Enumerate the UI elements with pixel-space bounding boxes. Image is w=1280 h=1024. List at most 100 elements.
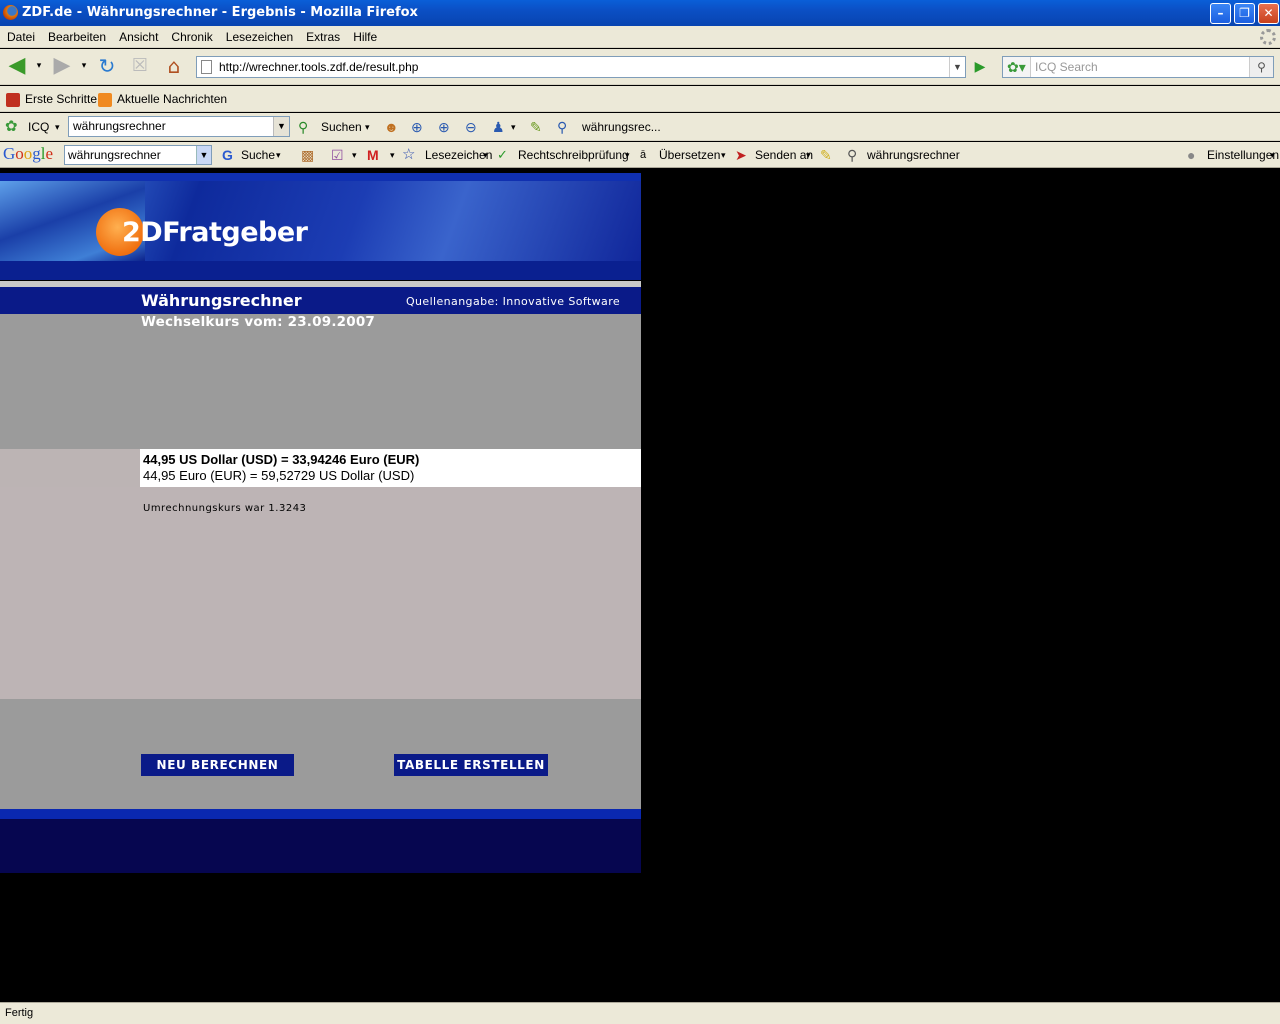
exchange-date: Wechselkurs vom: 23.09.2007	[141, 314, 376, 330]
back-arrow-icon[interactable]: ◀	[5, 55, 29, 79]
highlight-icon[interactable]: ✎	[820, 142, 832, 168]
window-title: ZDF.de - Währungsrechner - Ergebnis - Mo…	[22, 5, 418, 20]
rate-panel: Umrechnungskurs war 1.3243	[0, 487, 641, 699]
user-dropdown[interactable]: ▾	[511, 113, 516, 141]
zdf-ratgeber-logo[interactable]: 2DFratgeber	[122, 217, 308, 248]
gmail-dropdown[interactable]: ▾	[390, 142, 395, 168]
forward-arrow-icon[interactable]: ▶	[50, 55, 74, 79]
news-icon[interactable]: ▩	[301, 142, 314, 168]
term-search-icon[interactable]: ⚲	[847, 142, 857, 168]
gift-dropdown[interactable]: ▾	[352, 142, 357, 168]
google-history-dropdown[interactable]: ▼	[196, 146, 211, 164]
icq-search-input[interactable]: währungsrechner ▼	[68, 116, 290, 137]
menu-chronik[interactable]: Chronik	[164, 26, 218, 48]
logo-zdf: 2DF	[122, 217, 179, 248]
close-button[interactable]: ✕	[1258, 3, 1279, 24]
home-icon[interactable]: ⌂	[162, 55, 186, 79]
settings-icon[interactable]: ●	[1187, 142, 1195, 168]
firefox-icon	[3, 5, 18, 20]
icq-search-term[interactable]: währungsrec...	[582, 113, 661, 141]
search-placeholder: ICQ Search	[1035, 60, 1098, 74]
back-history-dropdown[interactable]: ▾	[34, 55, 44, 79]
menu-hilfe[interactable]: Hilfe	[346, 26, 383, 48]
google-g-icon[interactable]: G	[222, 142, 233, 168]
icq-label[interactable]: ICQ	[28, 113, 49, 141]
source-credit: Quellenangabe: Innovative Software	[406, 295, 621, 308]
menu-ansicht[interactable]: Ansicht	[112, 26, 164, 48]
search-icon[interactable]: ⚲	[1249, 57, 1273, 77]
search-input[interactable]: ✿▾ ICQ Search ⚲	[1002, 56, 1274, 78]
status-bar: Fertig	[0, 1002, 1280, 1024]
url-bar[interactable]: http://wrechner.tools.zdf.de/result.php …	[196, 56, 966, 78]
icq-search-button[interactable]: Suchen	[321, 113, 362, 141]
bookmark-erste-schritte[interactable]: Erste Schritte	[6, 86, 97, 112]
url-history-dropdown[interactable]: ▼	[949, 57, 965, 77]
header-banner: 2DFratgeber	[0, 173, 641, 280]
spellcheck-icon[interactable]: ✓	[497, 142, 508, 168]
icq-history-dropdown[interactable]: ▼	[273, 117, 289, 136]
menu-datei[interactable]: Datei	[0, 26, 41, 48]
spellcheck-button[interactable]: Rechtschreibprüfung	[518, 142, 629, 168]
forward-history-dropdown[interactable]: ▾	[79, 55, 89, 79]
restore-button[interactable]: ❐	[1234, 3, 1255, 24]
menu-lesezeichen[interactable]: Lesezeichen	[219, 26, 299, 48]
reload-icon[interactable]: ↻	[95, 55, 119, 79]
zoom-out-icon[interactable]: ⊖	[465, 113, 477, 141]
result-box: 44,95 US Dollar (USD) = 33,94246 Euro (E…	[140, 449, 641, 487]
conversion-rate: Umrechnungskurs war 1.3243	[143, 503, 307, 514]
google-bookmarks-dropdown[interactable]: ▾	[483, 142, 488, 168]
translate-icon[interactable]: ā	[640, 142, 646, 168]
highlighter-icon[interactable]: ✎	[530, 113, 542, 141]
spellcheck-dropdown[interactable]: ▾	[625, 142, 630, 168]
icq-search-value: währungsrechner	[73, 119, 166, 133]
send-to-dropdown[interactable]: ▾	[806, 142, 811, 168]
google-search-input[interactable]: währungsrechner ▼	[64, 145, 212, 165]
title-bar: ZDF.de - Währungsrechner - Ergebnis - Mo…	[0, 0, 1280, 26]
minimize-button[interactable]: –	[1210, 3, 1231, 24]
icq-menu-dropdown[interactable]: ▾	[55, 113, 60, 141]
search-term-button[interactable]: währungsrechner	[867, 142, 960, 168]
result-secondary: 44,95 Euro (EUR) = 59,52729 US Dollar (U…	[143, 468, 415, 483]
footer-stripe	[0, 809, 641, 819]
logo-ratgeber: ratgeber	[178, 217, 308, 248]
star-icon[interactable]: ☆	[402, 142, 415, 168]
gmail-icon[interactable]: M	[367, 142, 379, 168]
bookmark-label: Erste Schritte	[25, 92, 98, 106]
page-content: 2DFratgeber Währungsrechner Quellenangab…	[0, 169, 1280, 1002]
google-search-dropdown[interactable]: ▾	[276, 142, 281, 168]
settings-button[interactable]: Einstellungen	[1207, 142, 1279, 168]
footer	[0, 819, 641, 873]
firefox-bookmark-icon	[6, 92, 20, 107]
bookmark-label: Aktuelle Nachrichten	[117, 92, 228, 106]
stop-icon[interactable]: ☒	[128, 55, 152, 79]
user-icon[interactable]: ♟	[492, 113, 505, 141]
create-table-button[interactable]: TABELLE ERSTELLEN	[394, 754, 548, 776]
menu-bearbeiten[interactable]: Bearbeiten	[41, 26, 112, 48]
zoom-icon[interactable]: ⊕	[438, 113, 450, 141]
icq-search-icon[interactable]: ⚲	[298, 113, 308, 141]
menu-extras[interactable]: Extras	[299, 26, 346, 48]
google-search-button[interactable]: Suche	[241, 142, 275, 168]
icq-search-dropdown[interactable]: ▾	[365, 113, 370, 141]
menu-bar: Datei Bearbeiten Ansicht Chronik Lesezeichen…	[0, 26, 1280, 48]
go-button[interactable]: ▶	[970, 57, 990, 77]
icq-flower-icon[interactable]: ✿	[5, 113, 18, 141]
translate-dropdown[interactable]: ▾	[721, 142, 726, 168]
icq-engine-icon[interactable]: ✿▾	[1003, 57, 1031, 77]
bookmark-aktuelle-nachrichten[interactable]: Aktuelle Nachrichten	[98, 86, 227, 112]
icq-buddy-icon[interactable]: ☻	[384, 113, 399, 141]
google-logo[interactable]: Google	[3, 144, 53, 164]
settings-dropdown[interactable]: ▾	[1270, 142, 1275, 168]
google-search-value: währungsrechner	[68, 148, 161, 162]
result-row: 44,95 US Dollar (USD) = 33,94246 Euro (E…	[0, 449, 641, 487]
status-text: Fertig	[5, 1007, 34, 1019]
gift-icon[interactable]: ☑	[331, 142, 344, 168]
zoom-in-icon[interactable]: ⊕	[411, 113, 423, 141]
recalculate-button[interactable]: NEU BERECHNEN	[141, 754, 294, 776]
send-icon[interactable]: ➤	[735, 142, 747, 168]
send-to-button[interactable]: Senden an	[755, 142, 813, 168]
translate-button[interactable]: Übersetzen	[659, 142, 720, 168]
zdf-page: 2DFratgeber Währungsrechner Quellenangab…	[0, 173, 641, 873]
url-text: http://wrechner.tools.zdf.de/result.php	[219, 60, 419, 74]
find-icon[interactable]: ⚲	[557, 113, 567, 141]
